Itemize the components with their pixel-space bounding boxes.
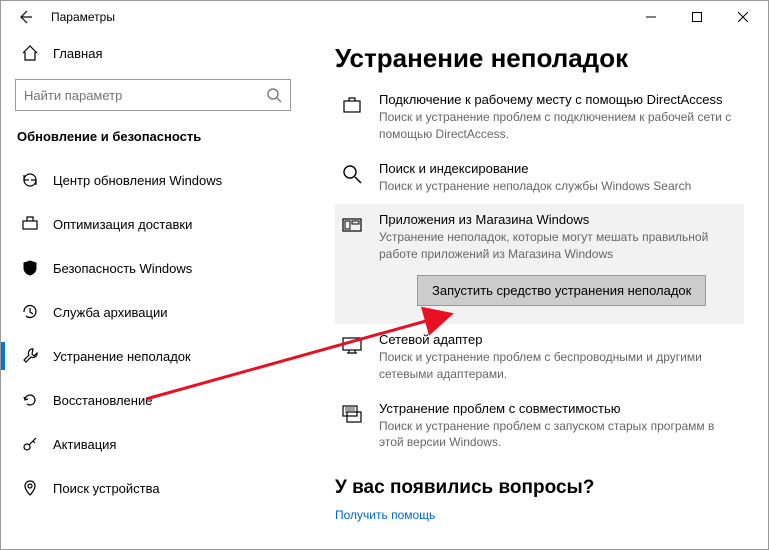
network-adapter-icon <box>341 334 363 356</box>
sidebar-item-recovery[interactable]: Восстановление <box>15 378 291 422</box>
troubleshoot-item-directaccess[interactable]: Подключение к рабочему месту с помощью D… <box>335 84 744 153</box>
close-button[interactable] <box>720 1 766 33</box>
shield-icon <box>21 259 39 277</box>
troubleshoot-item-compatibility[interactable]: Устранение проблем с совместимостью Поис… <box>335 393 744 462</box>
page-title: Устранение неполадок <box>335 43 744 74</box>
sidebar-item-label: Оптимизация доставки <box>53 217 192 232</box>
sidebar-item-label: Безопасность Windows <box>53 261 192 276</box>
sidebar-item-backup[interactable]: Служба архивации <box>15 290 291 334</box>
troubleshoot-item-desc: Поиск и устранение неполадок службы Wind… <box>379 178 738 195</box>
sidebar-item-label: Активация <box>53 437 116 452</box>
main-content: Устранение неполадок Подключение к рабоч… <box>301 33 768 549</box>
maximize-button[interactable] <box>674 1 720 33</box>
search-field[interactable] <box>24 88 266 103</box>
search-input[interactable] <box>15 79 291 111</box>
wrench-icon <box>21 347 39 365</box>
delivery-icon <box>21 215 39 233</box>
troubleshoot-item-title: Приложения из Магазина Windows <box>379 212 738 227</box>
location-icon <box>21 479 39 497</box>
sidebar-item-activation[interactable]: Активация <box>15 422 291 466</box>
back-button[interactable] <box>3 1 47 33</box>
sidebar-item-troubleshoot[interactable]: Устранение неполадок <box>15 334 291 378</box>
compatibility-icon <box>341 403 363 425</box>
window-title: Параметры <box>47 10 628 24</box>
sidebar-item-label: Поиск устройства <box>53 481 160 496</box>
home-link[interactable]: Главная <box>15 33 291 73</box>
troubleshoot-item-desc: Поиск и устранение проблем с подключение… <box>379 109 738 143</box>
sidebar-item-label: Центр обновления Windows <box>53 173 222 188</box>
troubleshoot-item-title: Поиск и индексирование <box>379 161 738 176</box>
sync-icon <box>21 171 39 189</box>
sidebar-item-label: Устранение неполадок <box>53 349 191 364</box>
home-icon <box>21 44 39 62</box>
troubleshoot-item-title: Сетевой адаптер <box>379 332 738 347</box>
section-title: Обновление и безопасность <box>15 129 291 144</box>
sidebar-item-find-device[interactable]: Поиск устройства <box>15 466 291 510</box>
troubleshoot-item-desc: Поиск и устранение проблем с запуском ст… <box>379 418 738 452</box>
sidebar-item-label: Служба архивации <box>53 305 168 320</box>
sidebar-item-security[interactable]: Безопасность Windows <box>15 246 291 290</box>
minimize-button[interactable] <box>628 1 674 33</box>
sidebar-item-label: Восстановление <box>53 393 152 408</box>
troubleshoot-item-store-apps[interactable]: Приложения из Магазина Windows Устранени… <box>335 204 744 324</box>
troubleshoot-item-search[interactable]: Поиск и индексирование Поиск и устранени… <box>335 153 744 205</box>
questions-heading: У вас появились вопросы? <box>335 477 744 499</box>
sidebar-item-windows-update[interactable]: Центр обновления Windows <box>15 158 291 202</box>
troubleshoot-item-title: Подключение к рабочему месту с помощью D… <box>379 92 738 107</box>
troubleshoot-item-network[interactable]: Сетевой адаптер Поиск и устранение пробл… <box>335 324 744 393</box>
home-label: Главная <box>53 46 102 61</box>
run-troubleshooter-button[interactable]: Запустить средство устранения неполадок <box>417 275 706 306</box>
sidebar-item-delivery-optimization[interactable]: Оптимизация доставки <box>15 202 291 246</box>
troubleshoot-item-desc: Поиск и устранение проблем с беспроводны… <box>379 349 738 383</box>
troubleshoot-item-desc: Устранение неполадок, которые могут меша… <box>379 229 738 263</box>
backup-icon <box>21 303 39 321</box>
sidebar: Главная Обновление и безопасность Центр … <box>1 33 301 549</box>
search-icon <box>266 87 282 103</box>
recovery-icon <box>21 391 39 409</box>
get-help-link[interactable]: Получить помощь <box>335 508 435 522</box>
troubleshoot-item-title: Устранение проблем с совместимостью <box>379 401 738 416</box>
search-icon <box>341 163 363 185</box>
key-icon <box>21 435 39 453</box>
briefcase-icon <box>341 94 363 116</box>
apps-icon <box>341 214 363 236</box>
